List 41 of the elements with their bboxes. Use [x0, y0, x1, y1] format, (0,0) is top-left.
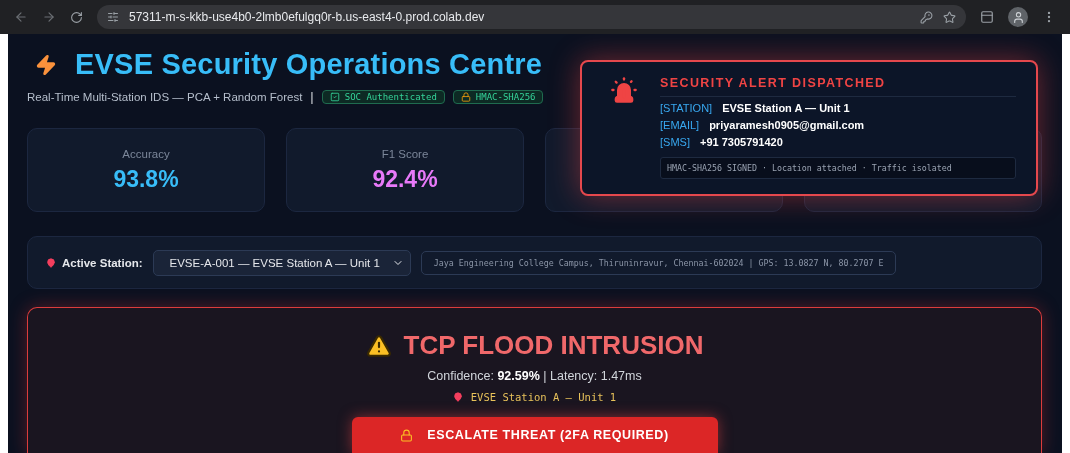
address-bar[interactable]: 57311-m-s-kkb-use4b0-2lmb0efulgq0r-b.us-east4-0.prod.colab.dev	[97, 5, 966, 29]
pin-icon	[46, 257, 56, 268]
field-value: +91 7305791420	[699, 136, 783, 148]
metric-label: Accuracy	[122, 147, 170, 160]
back-icon[interactable]	[14, 10, 28, 24]
lightning-icon	[35, 53, 57, 76]
avatar[interactable]	[1008, 7, 1028, 27]
page-title: EVSE Security Operations Centre	[75, 48, 543, 81]
lock-icon	[400, 428, 414, 442]
status-badge: SOC Authenticated	[321, 89, 445, 104]
field-tag: [STATION]	[660, 102, 713, 114]
threat-details: Confidence: 92.59% | Latency: 1.47ms	[427, 369, 642, 383]
station-select[interactable]: EVSE-A-001 — EVSE Station A — Unit 1	[152, 249, 411, 276]
alert-footer: HMAC-SHA256 SIGNED · Location attached · Traffic isolated	[660, 157, 1016, 179]
field-value: EVSE Station A — Unit 1	[722, 102, 850, 114]
pin-icon	[452, 392, 463, 402]
escalate-button[interactable]: ESCALATE THREAT (2FA REQUIRED)	[351, 417, 718, 453]
field-value: priyaramesh0905@gmail.com	[709, 119, 865, 131]
reload-icon[interactable]	[70, 10, 83, 24]
field-tag: [SMS]	[660, 136, 690, 148]
siren-icon	[610, 76, 638, 104]
star-icon[interactable]	[943, 10, 956, 24]
metric-value: 92.4%	[372, 165, 438, 193]
alert-title: SECURITY ALERT DISPATCHED	[660, 76, 1016, 97]
field-tag: [EMAIL]	[660, 119, 700, 131]
station-label: Active Station:	[46, 256, 143, 269]
lock-icon	[460, 91, 471, 102]
separator: |	[310, 89, 314, 104]
threat-station: EVSE Station A — Unit 1	[470, 391, 617, 403]
metric-label: F1 Score	[381, 147, 429, 160]
subtitle: Real-Time Multi-Station IDS — PCA + Random Forest	[27, 90, 303, 103]
site-settings-icon[interactable]	[107, 11, 119, 23]
location-field: Jaya Engineering College Campus, Thiruninravur, Chennai-602024 | GPS: 13.0827 N, 80.2707 E	[420, 250, 897, 275]
warning-icon	[365, 332, 392, 359]
status-badge: HMAC-SHA256	[452, 89, 544, 104]
threat-title: TCP FLOOD INTRUSION	[403, 330, 704, 361]
url-text: 57311-m-s-kkb-use4b0-2lmb0efulgq0r-b.us-east4-0.prod.colab.dev	[129, 10, 485, 24]
check-icon	[329, 91, 340, 102]
key-icon[interactable]	[920, 10, 933, 24]
forward-icon[interactable]	[42, 10, 56, 24]
metric-value: 93.8%	[113, 165, 179, 193]
